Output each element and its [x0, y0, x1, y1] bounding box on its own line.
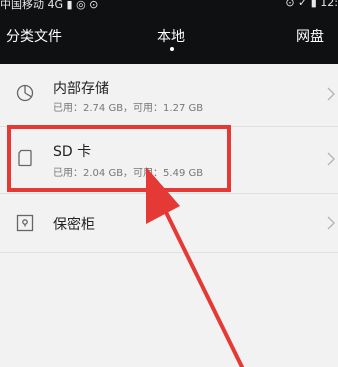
app-header: 中国移动 4G ▮ ◎ ⊙ ⊙ ✓ ▮ 12: 分类文件 本地 网盘 [0, 0, 338, 64]
storage-item-safe[interactable]: 保密柜 [0, 194, 338, 252]
storage-item-title: 内部存储 [53, 81, 109, 97]
status-bar: 中国移动 4G ▮ ◎ ⊙ ⊙ ✓ ▮ 12: [0, 0, 338, 12]
tab-categories[interactable]: 分类文件 [6, 26, 62, 46]
chevron-right-icon [327, 87, 335, 101]
status-left: 中国移动 4G ▮ ◎ ⊙ [0, 0, 99, 11]
pie-chart-icon [16, 84, 34, 102]
storage-item-title: 保密柜 [53, 217, 95, 233]
tab-local[interactable]: 本地 [157, 26, 185, 46]
status-right: ⊙ ✓ ▮ 12: [285, 0, 338, 9]
highlight-box [7, 125, 231, 192]
active-tab-indicator [170, 47, 174, 51]
chevron-right-icon [327, 152, 335, 166]
storage-item-usage: 已用：2.74 GB，可用：1.27 GB [53, 103, 204, 114]
tab-bar: 分类文件 本地 网盘 [0, 26, 338, 51]
divider [0, 252, 338, 253]
safe-icon [16, 214, 34, 232]
tab-cloud[interactable]: 网盘 [296, 26, 324, 46]
chevron-right-icon [327, 216, 335, 230]
storage-item-internal[interactable]: 内部存储 已用：2.74 GB，可用：1.27 GB [0, 64, 338, 126]
storage-list: 内部存储 已用：2.74 GB，可用：1.27 GB SD 卡 已用：2.04 … [0, 64, 338, 367]
